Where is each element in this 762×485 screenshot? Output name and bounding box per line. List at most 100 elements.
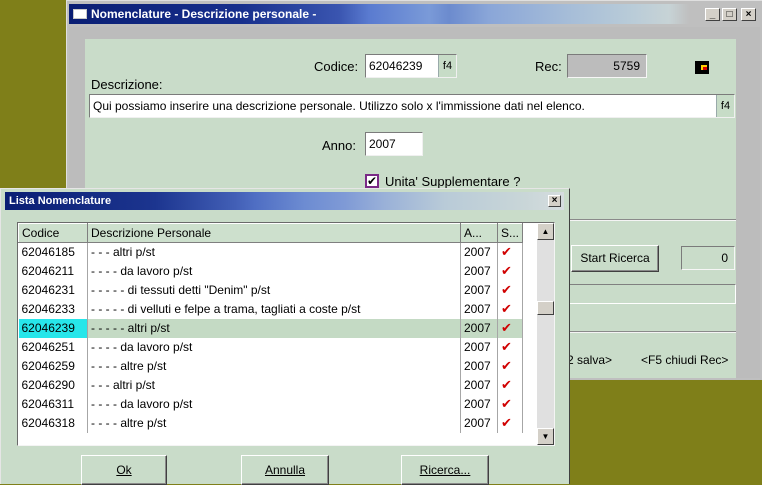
cell-anno: 2007 [460,318,498,338]
checkmark-icon: ✔ [501,244,512,260]
unita-checkbox[interactable]: ✔ [365,174,379,188]
minimize-button[interactable]: _ [705,8,720,21]
dialog-body: Codice Descrizione Personale A... S... 6… [5,211,564,485]
maximize-button[interactable]: □ [722,8,737,21]
unita-label: Unita' Supplementare ? [385,174,521,189]
annulla-label: Annulla [264,463,306,477]
annulla-button[interactable]: Annulla [241,455,329,485]
table-row[interactable]: 62046311- - - - da lavoro p/st 2007 ✔ [18,394,524,414]
ok-label: Ok [116,463,132,477]
app-icon [73,9,87,19]
anno-label: Anno: [322,138,356,153]
main-window-title: Nomenclature - Descrizione personale - [91,7,317,21]
cell-codice: 62046318 [18,413,88,433]
checkmark-icon: ✔ [501,415,512,430]
cell-anno: 2007 [460,242,498,262]
cell-supplementare[interactable]: ✔ [497,242,524,262]
cell-anno: 2007 [460,375,498,395]
cell-codice: 62046233 [18,299,88,319]
cell-supplementare[interactable]: ✔ [497,413,524,433]
column-header-codice[interactable]: Codice [18,223,88,243]
rec-field: 5759 [567,54,647,78]
table-row[interactable]: 62046185- - - altri p/st 2007 ✔ [18,242,524,262]
cell-descrizione: - - - - da lavoro p/st [87,261,461,281]
table-row[interactable]: 62046211- - - - da lavoro p/st 2007 ✔ [18,261,524,281]
cell-anno: 2007 [460,280,498,300]
codice-f4-button[interactable]: f4 [438,55,456,77]
cell-anno: 2007 [460,299,498,319]
cell-supplementare[interactable]: ✔ [497,280,524,300]
cell-descrizione: - - - - altre p/st [87,356,461,376]
cell-codice: 62046259 [18,356,88,376]
cell-supplementare[interactable]: ✔ [497,299,524,319]
dialog-titlebar[interactable]: Lista Nomenclature × [5,192,564,210]
cell-codice: 62046311 [18,394,88,414]
checkmark-icon: ✔ [501,358,512,373]
cell-supplementare[interactable]: ✔ [497,337,524,357]
checkmark-icon: ✔ [501,282,512,297]
cell-descrizione: - - - - da lavoro p/st [87,394,461,414]
cell-supplementare[interactable]: ✔ [497,356,524,376]
dialog-close-button[interactable]: × [548,195,561,207]
ricerca-button[interactable]: Ricerca... [401,455,489,485]
table-row[interactable]: 62046233- - - - - di velluti e felpe a t… [18,299,524,319]
start-ricerca-button[interactable]: Start Ricerca [571,245,659,272]
codice-field[interactable]: 62046239 f4 [365,54,457,78]
main-titlebar[interactable]: Nomenclature - Descrizione personale - _… [69,4,759,24]
cell-codice: 62046185 [18,242,88,262]
ok-button[interactable]: Ok [81,455,167,485]
codice-value: 62046239 [369,59,423,73]
checkmark-icon: ✔ [501,377,512,392]
table-row[interactable]: 62046318- - - - altre p/st 2007 ✔ [18,413,524,433]
table-row[interactable]: 62046239- - - - - altri p/st 2007 ✔ [18,318,524,338]
vertical-scrollbar[interactable]: ▲ ▼ [537,223,554,445]
lista-nomenclature-dialog: Lista Nomenclature × Codice Descrizione … [0,188,570,485]
chiudi-hint: <F5 chiudi Rec> [641,353,729,367]
table-row[interactable]: 62046251- - - - da lavoro p/st 2007 ✔ [18,337,524,357]
cell-descrizione: - - - - altre p/st [87,413,461,433]
column-header-supplementare[interactable]: S... [496,223,524,243]
cell-anno: 2007 [460,261,498,281]
close-button[interactable]: × [741,8,756,21]
checkmark-icon: ✔ [501,396,512,411]
scroll-thumb[interactable] [537,301,554,315]
cell-codice: 62046231 [18,280,88,300]
anno-field[interactable]: 2007 [365,132,423,156]
column-header-descrizione[interactable]: Descrizione Personale [87,223,461,243]
salva-hint: 2 salva> [567,353,613,367]
checkmark-icon: ✔ [501,301,512,316]
cell-supplementare[interactable]: ✔ [497,261,524,281]
grid-table: Codice Descrizione Personale A... S... 6… [18,223,524,433]
nomenclature-grid[interactable]: Codice Descrizione Personale A... S... 6… [17,222,555,446]
cell-descrizione: - - - - - di tessuti detti "Denim" p/st [87,280,461,300]
cell-codice: 62046290 [18,375,88,395]
cell-codice: 62046211 [18,261,88,281]
cell-anno: 2007 [460,337,498,357]
rec-label: Rec: [535,59,562,74]
cell-descrizione: - - - altri p/st [87,242,461,262]
descrizione-f4-button[interactable]: f4 [716,95,734,117]
cell-supplementare[interactable]: ✔ [497,394,524,414]
table-row[interactable]: 62046231- - - - - di tessuti detti "Deni… [18,280,524,300]
checkmark-icon: ✔ [501,320,512,335]
flag-icon[interactable] [695,61,709,74]
ricerca-label: Ricerca... [419,463,471,477]
checkmark-icon: ✔ [501,263,512,278]
codice-label: Codice: [314,59,359,74]
cell-codice: 62046239 [18,318,88,338]
cell-supplementare[interactable]: ✔ [497,318,524,338]
column-header-anno[interactable]: A... [460,223,498,243]
descrizione-value: Qui possiamo inserire una descrizione pe… [93,99,585,113]
cell-anno: 2007 [460,394,498,414]
cell-descrizione: - - - altri p/st [87,375,461,395]
descrizione-label: Descrizione: [91,77,163,92]
dialog-title: Lista Nomenclature [9,195,112,207]
scroll-down-arrow-icon[interactable]: ▼ [537,428,554,445]
descrizione-field[interactable]: Qui possiamo inserire una descrizione pe… [89,94,735,118]
table-row[interactable]: 62046290- - - altri p/st 2007 ✔ [18,375,524,395]
cell-supplementare[interactable]: ✔ [497,375,524,395]
cell-anno: 2007 [460,356,498,376]
scroll-up-arrow-icon[interactable]: ▲ [537,223,554,240]
table-row[interactable]: 62046259- - - - altre p/st 2007 ✔ [18,356,524,376]
cell-descrizione: - - - - - altri p/st [87,318,461,338]
